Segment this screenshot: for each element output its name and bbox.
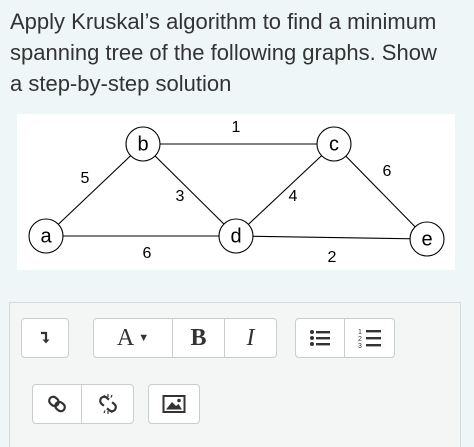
svg-text:2: 2 [358,336,362,343]
node-label-d: d [230,225,241,247]
edge-d-e [235,235,428,240]
edge-weight-d-e: 2 [328,249,337,266]
node-label-a: a [40,225,52,247]
graph-image: 1 5 3 4 6 6 2 a b c d e [17,114,455,270]
question-line-3: a step-by-step solution [10,71,232,96]
unlink-button[interactable] [82,384,134,424]
node-label-e: e [421,228,432,250]
insert-image-button[interactable] [148,384,200,424]
link-button-group [32,384,134,424]
edge-weight-c-e: 6 [383,163,392,180]
svg-text:1: 1 [358,329,362,336]
node-label-c: c [329,133,339,155]
bold-label: B [190,324,207,351]
font-dropdown-caret-icon: ▼ [138,332,150,344]
edge-weight-b-c: 1 [232,119,241,136]
edge-c-d [235,143,335,237]
graph-diagram: 1 5 3 4 6 6 2 a b c d e [28,119,445,266]
expand-toolbar-button[interactable] [21,318,69,358]
edge-weight-b-d: 3 [176,188,185,205]
svg-text:3: 3 [358,343,362,349]
italic-button[interactable]: I [225,318,277,358]
image-icon [162,395,186,413]
list-button-group: 1 2 3 [295,318,395,358]
edge-weight-a-d: 6 [143,245,152,262]
link-icon [48,395,66,413]
edge-c-e [333,143,428,240]
text-editor-toolbar: A ▼ B I 1 2 3 [9,302,461,447]
italic-label: I [246,324,255,351]
link-button[interactable] [32,384,82,424]
bullet-list-button[interactable] [295,318,345,358]
question-line-1: Apply Kruskal’s algorithm to find a mini… [10,9,437,34]
numbered-list-icon: 1 2 3 [358,329,381,349]
bold-button[interactable]: B [173,318,225,358]
unlink-icon [98,394,117,414]
edge-weight-a-b: 5 [81,170,90,187]
edge-weight-c-d: 4 [289,188,298,205]
format-button-group: A ▼ B I [93,318,277,358]
font-dropdown-label: A [116,324,135,351]
node-label-b: b [137,133,148,155]
numbered-list-button[interactable]: 1 2 3 [345,318,395,358]
question-text: Apply Kruskal’s algorithm to find a mini… [10,6,470,99]
expand-toggle-icon [41,331,50,344]
edge-a-b [45,143,144,237]
font-dropdown-button[interactable]: A ▼ [93,318,173,358]
question-line-2: spanning tree of the following graphs. S… [10,40,437,65]
edge-b-d [142,143,237,237]
bullet-list-icon [310,330,330,346]
